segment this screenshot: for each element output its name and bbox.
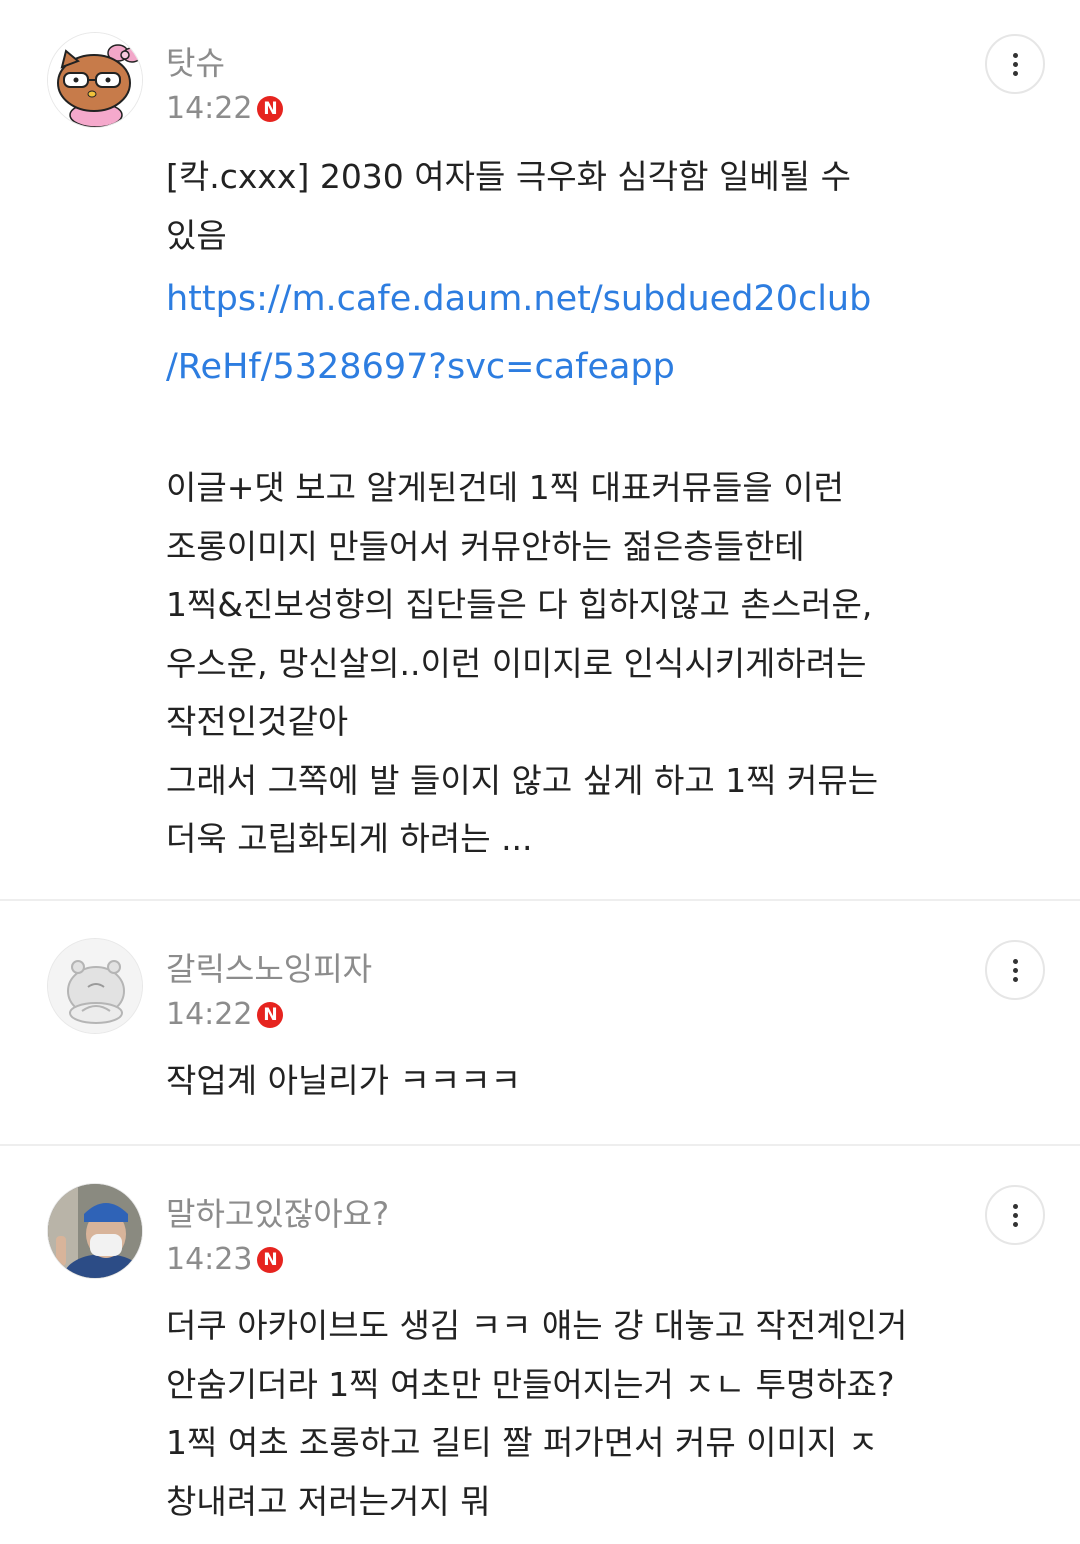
comment-divider — [0, 899, 1080, 901]
author-nickname[interactable]: 갈릭스노잉피자 — [166, 949, 372, 989]
more-vertical-icon[interactable] — [985, 34, 1045, 94]
default-hippo-avatar-icon[interactable] — [47, 938, 143, 1034]
comment-meta: 14:22 N — [166, 995, 284, 1035]
comment-text-line: 이글+댓 보고 알게된건데 1찍 대표커뮤들을 이런 — [166, 468, 844, 507]
comment-time: 14:23 — [166, 1242, 253, 1277]
author-nickname[interactable]: 말하고있잖아요? — [166, 1194, 389, 1234]
comment-body: 더쿠 아카이브도 생김 ㅋㅋ 얘는 걍 대놓고 작전계인거 안숨기더라 1찍 여… — [166, 1297, 966, 1531]
more-vertical-icon[interactable] — [985, 940, 1045, 1000]
comment-text-line: 작업계 아닐리가 ㅋㅋㅋㅋ — [166, 1061, 521, 1100]
comment-body: 작업계 아닐리가 ㅋㅋㅋㅋ — [166, 1052, 966, 1111]
new-badge-icon: N — [257, 1247, 284, 1273]
comment-text-line: 더쿠 아카이브도 생김 ㅋㅋ 얘는 걍 대놓고 작전계인거 — [166, 1306, 908, 1345]
comment-text-line: 더욱 고립화되게 하려는 ... — [166, 819, 533, 858]
more-vertical-icon[interactable] — [985, 1185, 1045, 1245]
new-badge-icon: N — [257, 96, 284, 122]
hello-kitty-avatar-icon[interactable] — [47, 32, 143, 128]
person-photo-avatar-icon[interactable] — [47, 1183, 143, 1279]
comment-text-line: 그래서 그쪽에 발 들이지 않고 싶게 하고 1찍 커뮤는 — [166, 760, 879, 800]
comment-divider — [0, 1144, 1080, 1146]
comment-text-line: 작전인것같아 — [166, 702, 349, 741]
comment-text-line: 1찍&진보성향의 집단들은 다 힙하지않고 촌스러운, — [166, 585, 873, 624]
comment-meta: 14:23 N — [166, 1240, 284, 1280]
comment-body: [칵.cxxx] 2030 여자들 극우화 심각함 일베될 수 있음 https… — [166, 148, 966, 869]
comment-text-line: 창내려고 저러는거지 뭐 — [166, 1481, 491, 1521]
new-badge-icon: N — [257, 1002, 284, 1028]
author-nickname[interactable]: 탓슈 — [166, 43, 225, 83]
comment-text-line: 우스운, 망신살의..이런 이미지로 인식시키게하려는 — [166, 643, 867, 683]
comment-meta: 14:22 N — [166, 89, 284, 129]
comment-text-line: 1찍 여초 조롱하고 길티 짤 퍼가면서 커뮤 이미지 ㅈ — [166, 1423, 879, 1462]
comment-link[interactable]: /ReHf/5328697?svc=cafeapp — [166, 333, 966, 401]
comment-title-line: 있음 — [166, 215, 227, 255]
comment-title-line: [칵.cxxx] 2030 여자들 극우화 심각함 일베될 수 — [166, 157, 851, 196]
comment-text-line: 조롱이미지 만들어서 커뮤안하는 젊은층들한테 — [166, 526, 805, 566]
comment-time: 14:22 — [166, 997, 253, 1032]
comment-time: 14:22 — [166, 91, 253, 126]
comment-text-line: 안숨기더라 1찍 여초만 만들어지는거 ㅈㄴ 투명하죠? — [166, 1364, 895, 1404]
comment-link[interactable]: https://m.cafe.daum.net/subdued20club — [166, 265, 966, 333]
